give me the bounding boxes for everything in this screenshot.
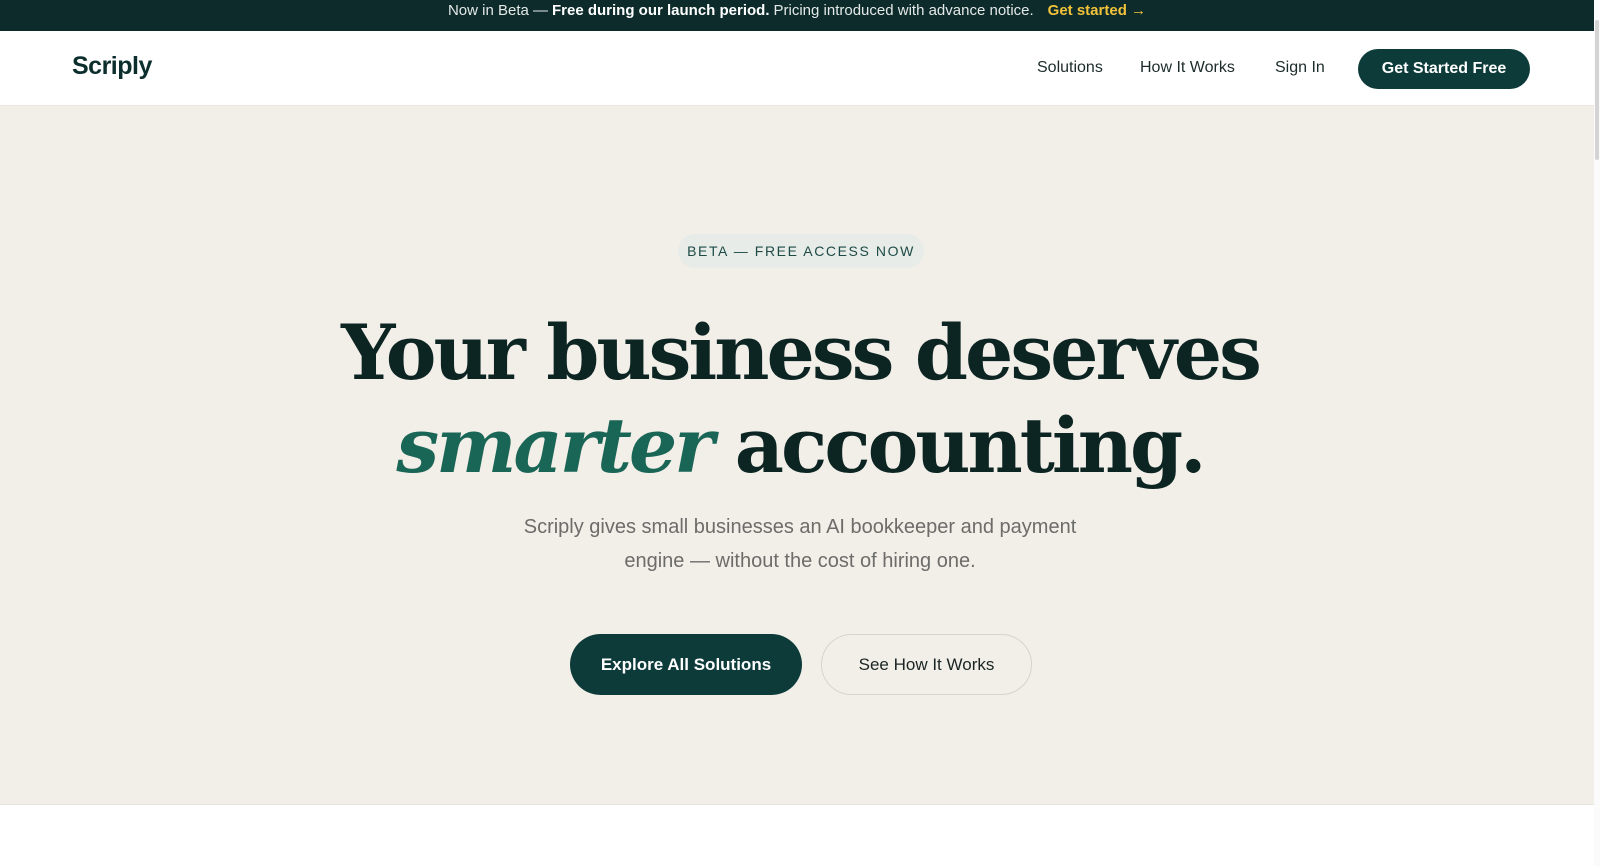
headline-line-1: Your business deserves	[341, 308, 1262, 397]
nav-link-solutions[interactable]: Solutions	[1037, 59, 1103, 77]
nav-link-how-it-works[interactable]: How It Works	[1140, 59, 1235, 77]
explore-all-solutions-button[interactable]: Explore All Solutions	[570, 634, 802, 695]
hero-subtitle: Scriply gives small businesses an AI boo…	[523, 516, 1077, 572]
announcement-prefix: Now in Beta —	[447, 2, 548, 19]
headline-accent-word: smarter	[396, 401, 714, 490]
hero-headline: Your business deserves smarter accountin…	[0, 306, 1600, 492]
get-started-free-button[interactable]: Get Started Free	[1358, 49, 1530, 89]
top-navigation: Scriply Solutions How It Works Sign In G…	[0, 31, 1594, 106]
see-how-it-works-button[interactable]: See How It Works	[821, 634, 1032, 695]
page-scrollbar[interactable]	[1594, 0, 1600, 866]
announcement-bar: Now in Beta — Free during our launch per…	[0, 0, 1594, 31]
scrollbar-thumb[interactable]	[1595, 20, 1599, 160]
announcement-get-started-link[interactable]: Get started →	[1048, 2, 1146, 20]
announcement-highlight: Free during our launch period.	[552, 2, 770, 19]
beta-badge: BETA — FREE ACCESS NOW	[678, 234, 924, 268]
announcement-suffix: Pricing introduced with advance notice.	[773, 2, 1034, 19]
hero-section: BETA — FREE ACCESS NOW Your business des…	[0, 106, 1594, 805]
logo[interactable]: Scriply	[72, 52, 152, 81]
headline-line-2: accounting.	[711, 401, 1207, 490]
nav-link-sign-in[interactable]: Sign In	[1275, 59, 1325, 77]
